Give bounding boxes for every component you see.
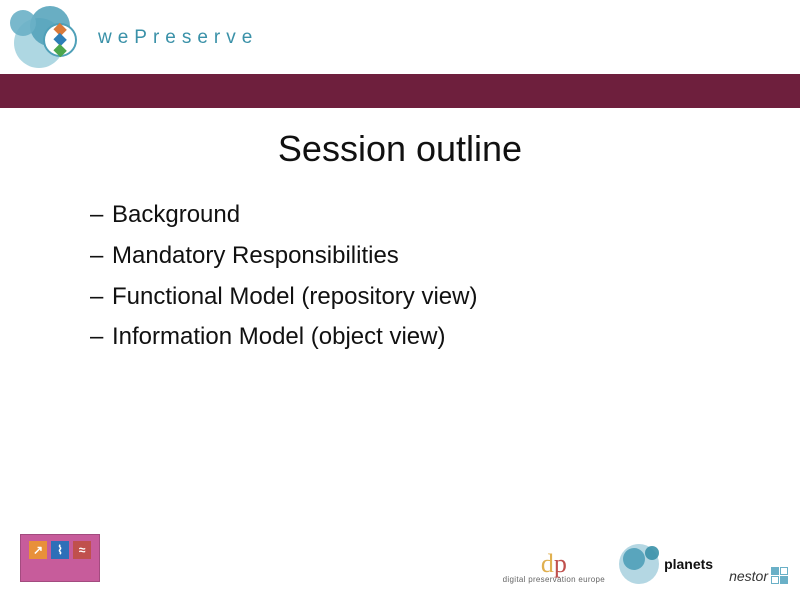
header: wePreserve [0, 0, 800, 70]
planets-logo-icon: planets [619, 544, 715, 584]
bullet-list: Background Mandatory Responsibilities Fu… [90, 195, 477, 358]
dpe-label: digital preservation europe [503, 575, 605, 584]
brand-logo: wePreserve [8, 8, 258, 68]
caspar-logo-icon: ↗ ⌇ ≈ [20, 534, 100, 582]
wepreserve-icon [8, 8, 86, 68]
slide-title: Session outline [0, 128, 800, 170]
list-item: Functional Model (repository view) [90, 277, 477, 318]
brand-text: wePreserve [98, 27, 258, 49]
list-item: Background [90, 195, 477, 236]
dpe-logo-icon: dp digital preservation europe [503, 554, 605, 584]
divider-bar [0, 74, 800, 108]
partner-logos: dp digital preservation europe planets n… [503, 544, 788, 584]
nestor-logo-icon: nestor [729, 567, 788, 584]
planets-label: planets [662, 556, 715, 572]
nestor-label: nestor [729, 568, 768, 584]
list-item: Mandatory Responsibilities [90, 236, 477, 277]
list-item: Information Model (object view) [90, 317, 477, 358]
footer: ↗ ⌇ ≈ dp digital preservation europe pla… [0, 520, 800, 590]
